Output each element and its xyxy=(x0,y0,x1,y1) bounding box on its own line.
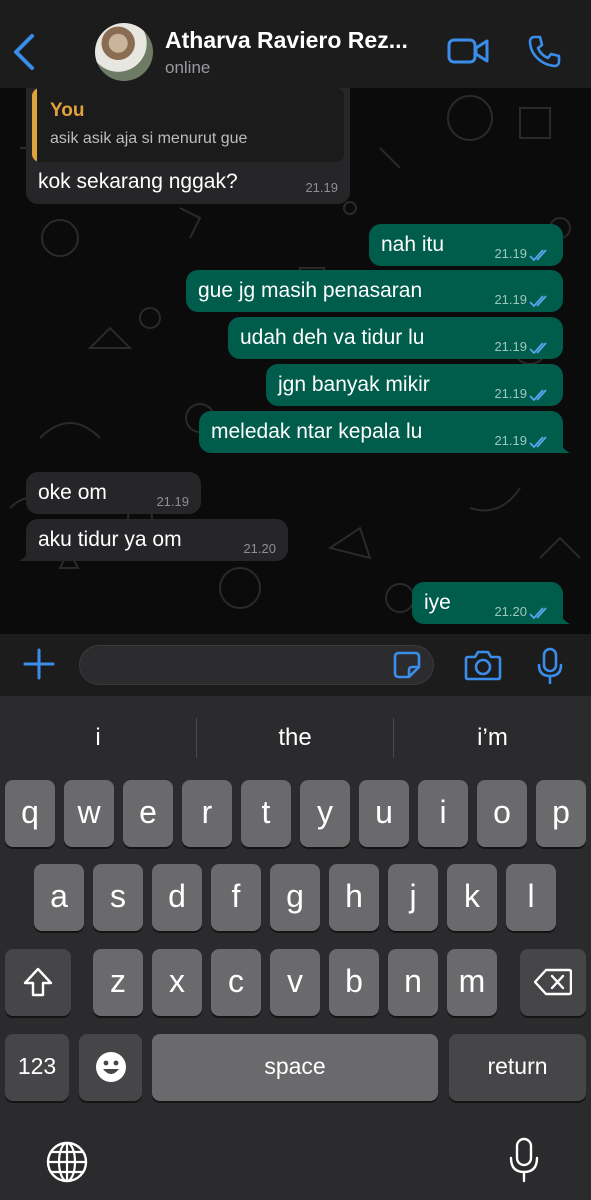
composer-bar xyxy=(0,634,591,696)
bubble-tail xyxy=(19,547,31,561)
message-time: 21.19 xyxy=(156,494,189,509)
read-ticks-icon xyxy=(529,389,547,402)
sticker-icon[interactable] xyxy=(393,651,421,679)
message-text: aku tidur ya om xyxy=(38,528,182,551)
key-f[interactable]: f xyxy=(211,864,261,931)
key-c[interactable]: c xyxy=(211,949,261,1016)
key-r[interactable]: r xyxy=(182,780,232,847)
backspace-icon xyxy=(533,968,573,996)
message-time: 21.20 xyxy=(494,604,527,619)
camera-icon[interactable] xyxy=(464,648,502,682)
emoji-icon xyxy=(95,1052,126,1082)
contact-status: online xyxy=(165,58,211,77)
message-text: gue jg masih penasaran xyxy=(198,279,423,302)
key-i[interactable]: i xyxy=(418,780,468,847)
backspace-key[interactable] xyxy=(520,949,586,1016)
suggestion-3[interactable]: i’m xyxy=(394,696,591,780)
message-text: nah itu xyxy=(381,233,445,256)
message-time: 21.19 xyxy=(494,386,527,401)
outgoing-message-bubble[interactable]: meledak ntar kepala lu 21.19 xyxy=(199,411,570,453)
incoming-message-bubble[interactable]: aku tidur ya om 21.20 xyxy=(19,519,288,561)
space-key[interactable]: space xyxy=(152,1034,438,1101)
key-b[interactable]: b xyxy=(329,949,379,1016)
emoji-key[interactable] xyxy=(79,1034,142,1101)
key-k[interactable]: k xyxy=(447,864,497,931)
outgoing-message-bubble[interactable]: iye 21.20 xyxy=(412,582,570,624)
quoted-message[interactable]: You asik asik aja si menurut gue xyxy=(32,88,344,162)
message-time: 21.19 xyxy=(494,246,527,261)
message-time: 21.19 xyxy=(305,180,338,195)
message-text: oke om xyxy=(38,481,107,504)
message-time: 21.19 xyxy=(494,339,527,354)
read-ticks-icon xyxy=(529,436,547,449)
key-q[interactable]: q xyxy=(5,780,55,847)
outgoing-message-bubble[interactable]: udah deh va tidur lu 21.19 xyxy=(228,317,563,359)
bubble-tail xyxy=(558,610,570,624)
numbers-key[interactable]: 123 xyxy=(5,1034,69,1101)
contact-avatar[interactable] xyxy=(95,23,153,81)
attach-plus-icon[interactable] xyxy=(22,647,56,681)
key-z[interactable]: z xyxy=(93,949,143,1016)
message-text: meledak ntar kepala lu xyxy=(211,420,423,443)
incoming-reply-bubble[interactable]: You asik asik aja si menurut gue kok sek… xyxy=(26,88,350,204)
quote-accent-bar xyxy=(32,88,37,162)
message-text: jgn banyak mikir xyxy=(278,373,430,396)
key-m[interactable]: m xyxy=(447,949,497,1016)
microphone-icon[interactable] xyxy=(537,647,563,685)
suggestion-2[interactable]: the xyxy=(197,696,393,780)
incoming-message-bubble[interactable]: oke om 21.19 xyxy=(26,472,201,514)
outgoing-message-bubble[interactable]: nah itu 21.19 xyxy=(369,224,563,266)
key-l[interactable]: l xyxy=(506,864,556,931)
key-w[interactable]: w xyxy=(64,780,114,847)
read-ticks-icon xyxy=(529,342,547,355)
key-h[interactable]: h xyxy=(329,864,379,931)
message-text: udah deh va tidur lu xyxy=(240,326,425,349)
key-t[interactable]: t xyxy=(241,780,291,847)
message-text: iye xyxy=(424,591,451,614)
key-d[interactable]: d xyxy=(152,864,202,931)
read-ticks-icon xyxy=(529,607,547,620)
message-input[interactable] xyxy=(79,645,434,685)
outgoing-message-bubble[interactable]: jgn banyak mikir 21.19 xyxy=(266,364,563,406)
key-x[interactable]: x xyxy=(152,949,202,1016)
key-n[interactable]: n xyxy=(388,949,438,1016)
chat-header: Atharva Raviero Rez... online xyxy=(0,0,591,88)
quote-text: asik asik aja si menurut gue xyxy=(50,130,248,147)
bubble-tail xyxy=(558,439,570,453)
shift-key[interactable] xyxy=(5,949,71,1016)
key-y[interactable]: y xyxy=(300,780,350,847)
message-time: 21.20 xyxy=(243,541,276,556)
dictation-mic-icon[interactable] xyxy=(508,1137,540,1183)
shift-arrow-icon xyxy=(23,967,53,997)
quote-author: You xyxy=(50,100,85,121)
contact-name[interactable]: Atharva Raviero Rez... xyxy=(165,27,408,54)
key-s[interactable]: s xyxy=(93,864,143,931)
key-p[interactable]: p xyxy=(536,780,586,847)
read-ticks-icon xyxy=(529,295,547,308)
key-u[interactable]: u xyxy=(359,780,409,847)
message-time: 21.19 xyxy=(494,292,527,307)
key-v[interactable]: v xyxy=(270,949,320,1016)
phone-call-icon[interactable] xyxy=(527,34,561,68)
key-e[interactable]: e xyxy=(123,780,173,847)
key-o[interactable]: o xyxy=(477,780,527,847)
on-screen-keyboard: i the i’m q w e r t y u i o p a s d f g … xyxy=(0,696,591,1200)
outgoing-message-bubble[interactable]: gue jg masih penasaran 21.19 xyxy=(186,270,563,312)
return-key[interactable]: return xyxy=(449,1034,586,1101)
read-ticks-icon xyxy=(529,249,547,262)
key-a[interactable]: a xyxy=(34,864,84,931)
message-text: kok sekarang nggak? xyxy=(38,170,238,193)
key-j[interactable]: j xyxy=(388,864,438,931)
video-call-icon[interactable] xyxy=(447,35,489,67)
key-g[interactable]: g xyxy=(270,864,320,931)
globe-icon[interactable] xyxy=(46,1141,88,1183)
suggestion-1[interactable]: i xyxy=(0,696,196,780)
back-chevron-icon[interactable] xyxy=(10,32,40,72)
message-list[interactable]: You asik asik aja si menurut gue kok sek… xyxy=(0,88,591,634)
message-time: 21.19 xyxy=(494,433,527,448)
